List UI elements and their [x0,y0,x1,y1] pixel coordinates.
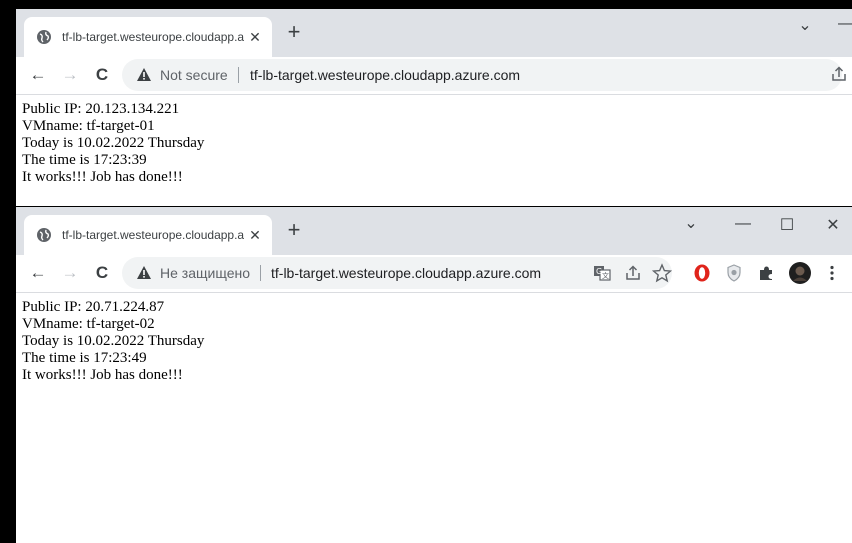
opera-icon[interactable] [692,263,712,283]
active-tab[interactable]: tf-lb-target.westeurope.cloudapp.azure.c… [24,215,272,255]
share-icon[interactable] [624,264,642,282]
page-content: Public IP: 20.123.134.221 VMname: tf-tar… [22,101,204,186]
tab-search-chevron-icon[interactable]: ⌄ [676,213,706,233]
status-line: It works!!! Job has done!!! [22,169,183,185]
address-bar[interactable]: Not secure tf-lb-target.westeurope.cloud… [122,59,842,91]
warning-icon[interactable] [136,67,152,83]
vm-name-line: VMname: tf-target-01 [22,118,155,134]
share-icon[interactable] [830,65,848,83]
date-line: Today is 10.02.2022 Thursday [22,333,205,349]
url-text[interactable]: tf-lb-target.westeurope.cloudapp.azure.c… [250,66,520,84]
back-button[interactable]: ← [26,63,50,87]
avatar[interactable] [788,261,812,285]
svg-text:文: 文 [602,271,609,280]
new-tab-button[interactable]: + [282,21,306,45]
public-ip-line: Public IP: 20.71.224.87 [22,299,165,315]
browser-window-2: tf-lb-target.westeurope.cloudapp.azure.c… [16,207,852,543]
tab-search-chevron-icon[interactable]: ⌄ [790,15,820,35]
tab-title: tf-lb-target.westeurope.cloudapp.azure.c… [62,30,244,44]
maximize-button[interactable]: ☐ [772,215,802,235]
tab-strip: tf-lb-target.westeurope.cloudapp.azure.c… [16,207,852,255]
warning-icon[interactable] [136,265,152,281]
minimize-button[interactable]: — [838,15,852,33]
globe-icon [37,228,51,242]
separator [260,265,261,281]
reload-button[interactable]: C [90,63,114,87]
time-line: The time is 17:23:39 [22,152,147,168]
close-tab-icon[interactable]: ✕ [246,226,264,244]
tab-strip: tf-lb-target.westeurope.cloudapp.azure.c… [16,9,852,57]
new-tab-button[interactable]: + [282,219,306,243]
forward-button[interactable]: → [58,63,82,87]
page-content: Public IP: 20.71.224.87 VMname: tf-targe… [22,299,204,384]
forward-button[interactable]: → [58,261,82,285]
status-line: It works!!! Job has done!!! [22,367,183,383]
active-tab[interactable]: tf-lb-target.westeurope.cloudapp.azure.c… [24,17,272,57]
minimize-button[interactable]: — [728,215,758,233]
vm-name-line: VMname: tf-target-02 [22,316,155,332]
url-text[interactable]: tf-lb-target.westeurope.cloudapp.azure.c… [271,264,541,282]
close-tab-icon[interactable]: ✕ [246,28,264,46]
more-icon[interactable] [822,263,842,283]
reload-button[interactable]: C [90,261,114,285]
translate-icon[interactable]: G 文 [592,263,612,283]
shield-icon[interactable] [724,263,744,283]
address-bar[interactable]: Не защищено tf-lb-target.westeurope.clou… [122,257,672,289]
public-ip-line: Public IP: 20.123.134.221 [22,101,180,117]
security-label: Не защищено [160,265,250,281]
security-label: Not secure [160,67,228,83]
browser-window-1: tf-lb-target.westeurope.cloudapp.azure.c… [16,9,852,206]
puzzle-icon[interactable] [756,263,776,283]
globe-icon [37,30,51,44]
time-line: The time is 17:23:49 [22,350,147,366]
star-icon[interactable] [652,263,672,283]
date-line: Today is 10.02.2022 Thursday [22,135,205,151]
back-button[interactable]: ← [26,261,50,285]
toolbar: ← → C Не защищено tf-lb-target.westeurop… [16,255,852,293]
separator [238,67,239,83]
toolbar: ← → C Not secure tf-lb-target.westeurope… [16,57,852,95]
close-window-button[interactable]: ✕ [818,215,848,235]
tab-title: tf-lb-target.westeurope.cloudapp.azure.c… [62,228,244,242]
